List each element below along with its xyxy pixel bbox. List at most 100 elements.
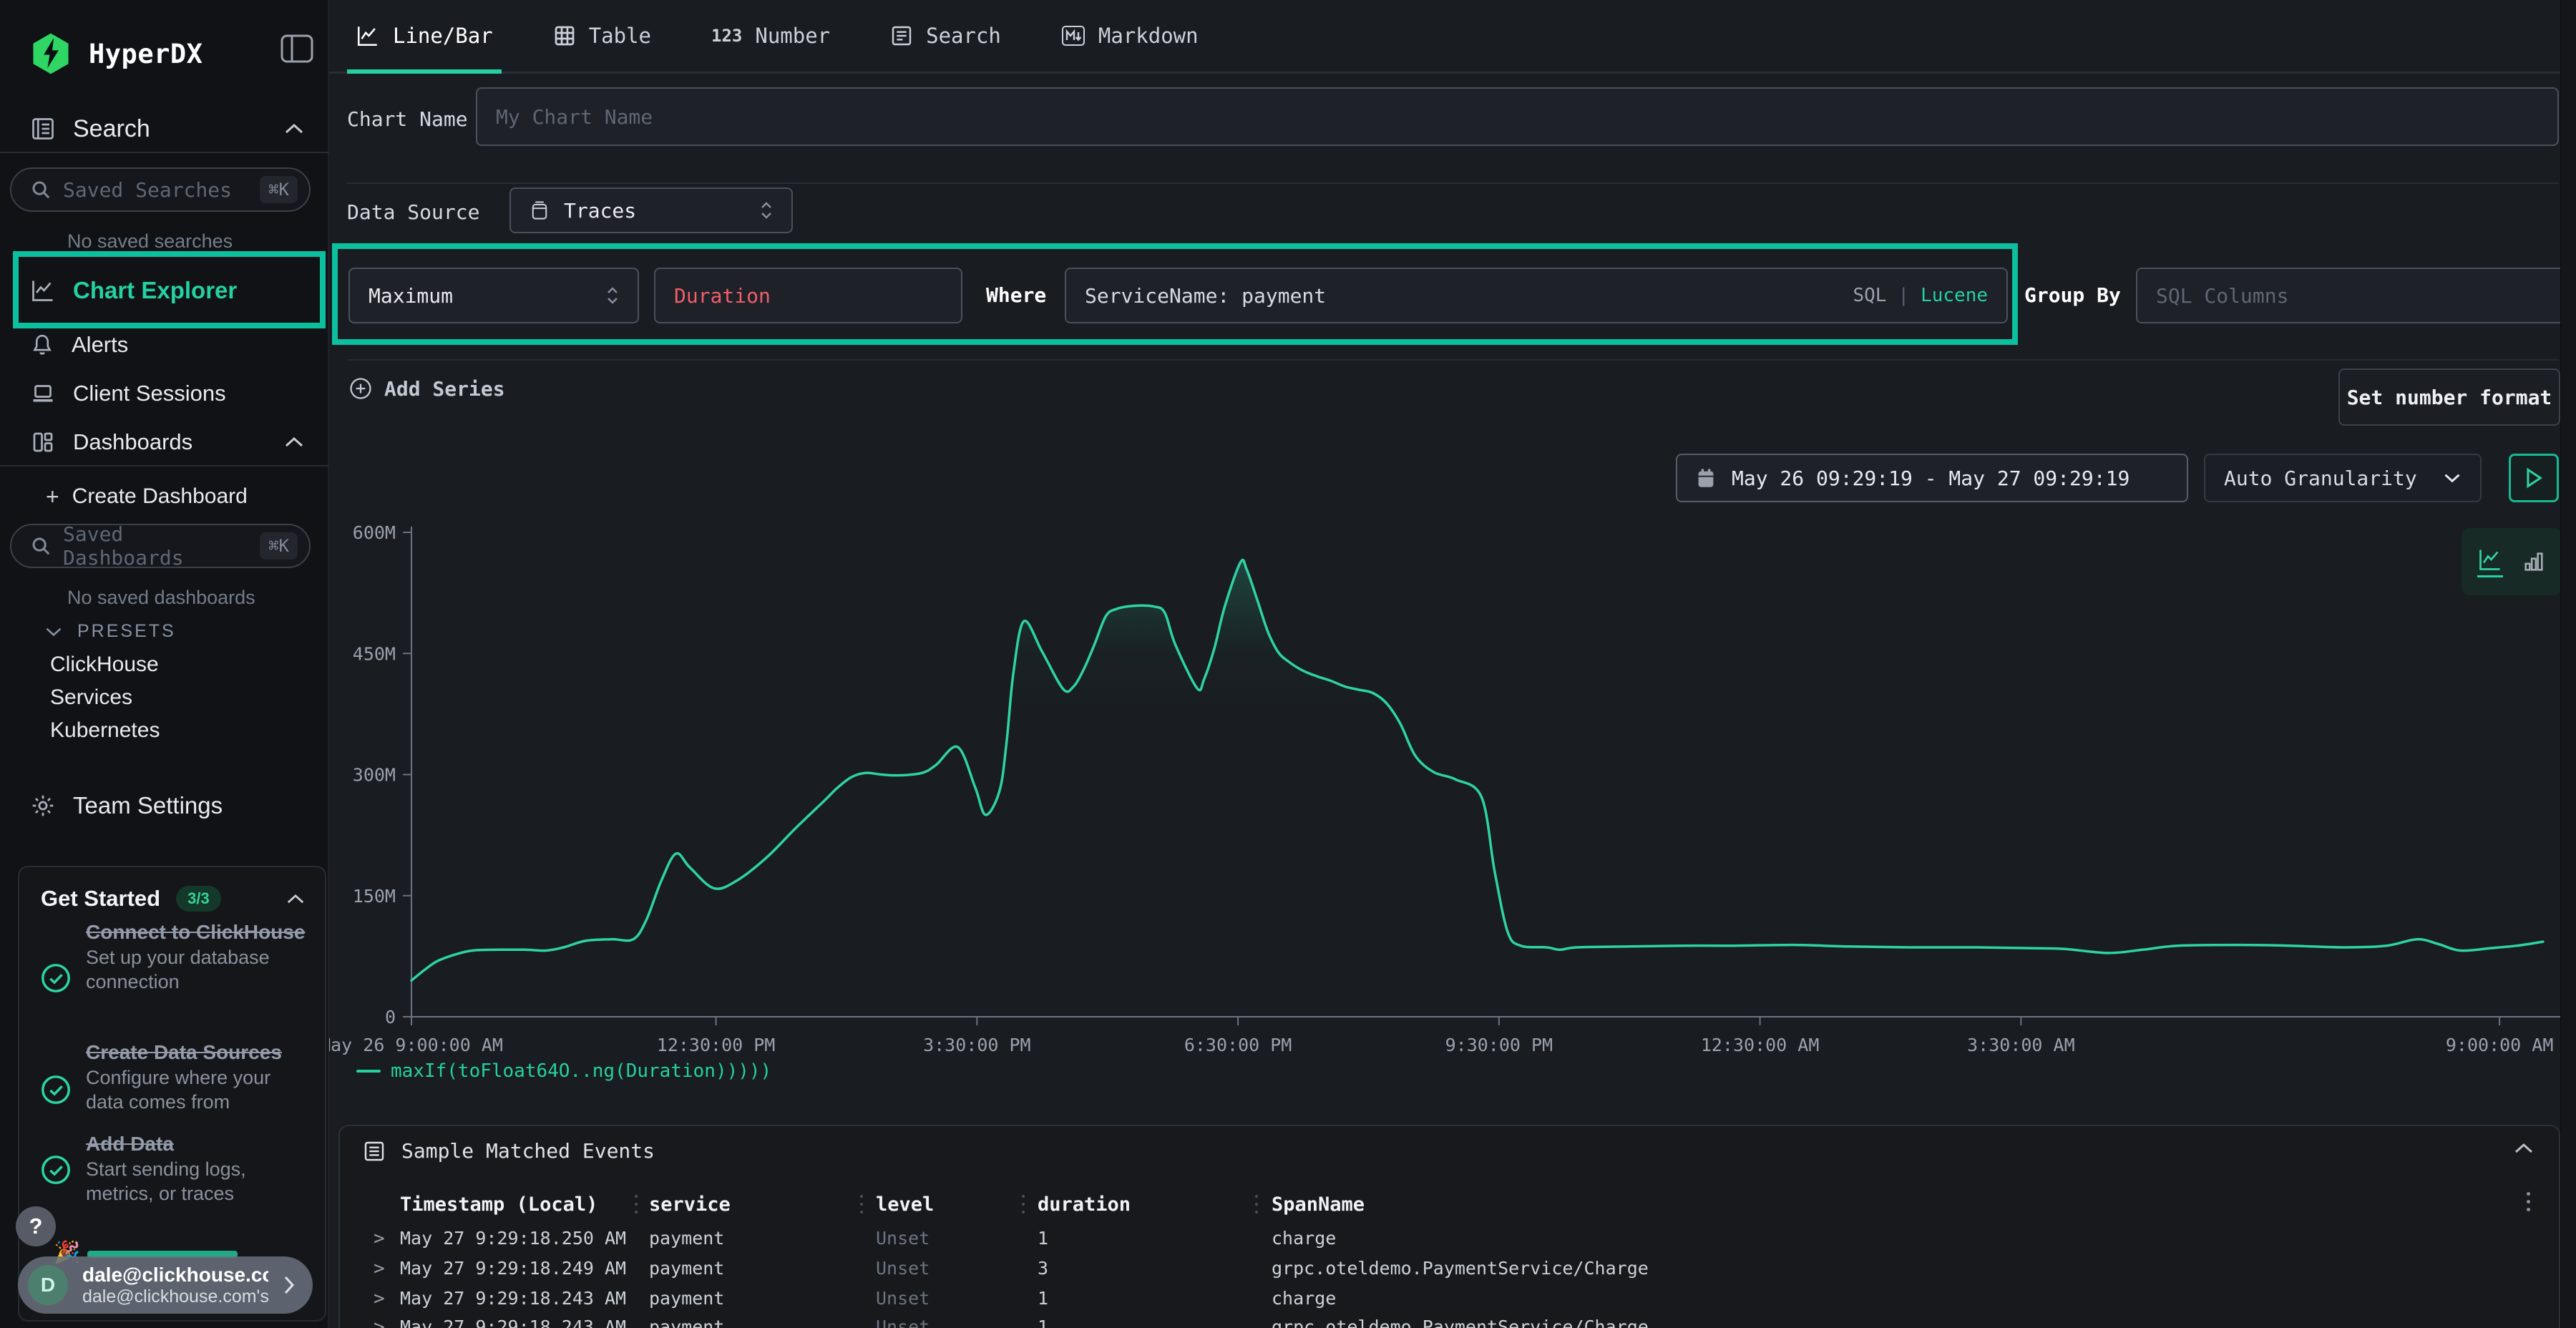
brand-logo-row[interactable]: HyperDX [29,31,203,76]
aggregation-select[interactable]: Maximum [348,268,639,323]
checklist-item-title: Add Data [86,1131,309,1157]
cell-span[interactable]: grpc.oteldemo.PaymentService/Charge [1272,1317,1649,1328]
cell-level[interactable]: Unset [876,1258,930,1279]
cell-duration[interactable]: 1 [1038,1288,1048,1309]
language-lucene[interactable]: Lucene [1921,285,1988,306]
cell-service[interactable]: payment [649,1228,724,1249]
date-range-picker[interactable]: May 26 09:29:19 - May 27 09:29:19 [1676,454,2188,502]
cell-timestamp[interactable]: May 27 9:29:18.243 AM [400,1288,626,1309]
checklist-item-title: Connect to ClickHouse [86,919,309,945]
date-range-value: May 26 09:29:19 - May 27 09:29:19 [1732,467,2129,490]
saved-searches-input[interactable]: Saved Searches ⌘K [10,167,311,212]
chart-name-field[interactable] [476,87,2559,146]
tab-search[interactable]: Search [882,0,1010,72]
chevron-up-icon [283,436,305,449]
cell-duration[interactable]: 3 [1038,1258,1048,1279]
cell-level[interactable]: Unset [876,1317,930,1328]
sidebar-item-chart-explorer[interactable]: Chart Explorer [0,262,329,319]
col-timestamp[interactable]: Timestamp (Local) [400,1193,597,1216]
cell-timestamp[interactable]: May 27 9:29:18.250 AM [400,1228,626,1249]
presets-section-header[interactable]: PRESETS [44,621,176,642]
cell-timestamp[interactable]: May 27 9:29:18.249 AM [400,1258,626,1279]
chart-legend[interactable]: maxIf(toFloat64O..ng(Duration))))) [356,1060,771,1082]
where-field[interactable]: ServiceName: payment SQL | Lucene [1065,268,2008,323]
tab-number[interactable]: 123 Number [703,0,839,72]
data-source-select[interactable]: Traces [509,187,793,233]
cell-span[interactable]: charge [1272,1228,1336,1249]
chart-name-label: Chart Name [347,107,468,131]
cell-timestamp[interactable]: May 27 9:29:18.243 AM [400,1317,626,1328]
cell-level[interactable]: Unset [876,1288,930,1309]
group-by-field[interactable] [2136,268,2576,323]
kebab-menu-icon[interactable] [2527,1192,2530,1211]
sidebar-item-alerts-label: Alerts [72,332,128,358]
set-number-format-button[interactable]: Set number format [2338,368,2560,426]
row-expand-icon[interactable]: > [374,1288,385,1309]
column-resize-handle[interactable] [1255,1195,1258,1214]
column-resize-handle[interactable] [1022,1195,1025,1214]
calendar-icon [1696,467,1716,489]
help-button[interactable]: ? [16,1206,56,1246]
chevron-down-icon [2443,472,2462,484]
col-service[interactable]: service [649,1193,731,1216]
column-resize-handle[interactable] [635,1195,638,1214]
check-circle-icon [39,1073,72,1106]
preset-kubernetes[interactable]: Kubernetes [50,718,160,743]
tab-line-bar[interactable]: Line/Bar [347,0,502,72]
checklist-item[interactable]: Create Data Sources Configure where your… [86,1039,309,1114]
cell-span[interactable]: grpc.oteldemo.PaymentService/Charge [1272,1258,1649,1279]
svg-text:9:30:00 PM: 9:30:00 PM [1445,1035,1553,1055]
preset-services[interactable]: Services [50,685,132,710]
sidebar-item-team-settings[interactable]: Team Settings [0,783,329,829]
language-sql[interactable]: SQL [1853,285,1886,306]
checklist-item[interactable]: Add Data Start sending logs, metrics, or… [86,1131,309,1206]
chart-name-input[interactable] [496,105,2539,129]
col-level[interactable]: level [876,1193,934,1216]
add-series-button[interactable]: Add Series [348,376,505,401]
line-chart-toggle-icon[interactable] [2477,547,2503,577]
saved-dashboards-input[interactable]: Saved Dashboards ⌘K [10,524,311,568]
add-series-label: Add Series [384,377,505,401]
run-query-button[interactable] [2509,454,2559,502]
sample-matched-events-panel: Sample Matched Events Timestamp (Local) … [338,1125,2560,1328]
metric-field[interactable]: Duration [654,268,962,323]
user-menu[interactable]: D dale@clickhouse.com dale@clickhouse.co… [18,1256,313,1314]
sidebar-section-search[interactable]: Search [0,106,329,152]
collapse-events-icon[interactable] [2513,1142,2534,1155]
sidebar-item-chart-explorer-label: Chart Explorer [73,277,237,304]
sidebar-collapse-icon[interactable] [280,34,313,63]
events-title: Sample Matched Events [401,1139,655,1163]
check-circle-icon [39,1153,72,1186]
sidebar-item-client-sessions[interactable]: Client Sessions [0,371,329,416]
svg-text:3:30:00 PM: 3:30:00 PM [923,1035,1031,1055]
row-expand-icon[interactable]: > [374,1258,385,1279]
col-spanname[interactable]: SpanName [1272,1193,1365,1216]
row-expand-icon[interactable]: > [374,1228,385,1249]
cell-duration[interactable]: 1 [1038,1317,1048,1328]
cell-span[interactable]: charge [1272,1288,1336,1309]
column-resize-handle[interactable] [860,1195,863,1214]
chart-display-toggle [2462,528,2562,595]
where-label: Where [986,283,1046,307]
checklist-item[interactable]: Connect to ClickHouse Set up your databa… [86,919,309,994]
tab-markdown[interactable]: Markdown [1053,0,1207,72]
cell-level[interactable]: Unset [876,1228,930,1249]
bar-chart-toggle-icon[interactable] [2522,550,2546,574]
sidebar-item-dashboards[interactable]: Dashboards [0,419,329,465]
cell-duration[interactable]: 1 [1038,1228,1048,1249]
scrollbar-track[interactable] [2560,0,2576,1328]
cell-service[interactable]: payment [649,1317,724,1328]
tab-table[interactable]: Table [545,0,660,72]
granularity-select[interactable]: Auto Granularity [2204,454,2482,502]
cell-service[interactable]: payment [649,1258,724,1279]
cell-service[interactable]: payment [649,1288,724,1309]
preset-clickhouse[interactable]: ClickHouse [50,653,159,677]
create-dashboard-button[interactable]: + Create Dashboard [0,475,329,518]
row-expand-icon[interactable]: > [374,1317,385,1328]
journal-icon [30,116,56,142]
col-duration[interactable]: duration [1038,1193,1131,1216]
sidebar-item-alerts[interactable]: Alerts [0,322,329,368]
group-by-input[interactable] [2156,284,2576,308]
chevron-up-icon[interactable] [286,893,306,905]
get-started-title: Get Started [41,886,160,912]
